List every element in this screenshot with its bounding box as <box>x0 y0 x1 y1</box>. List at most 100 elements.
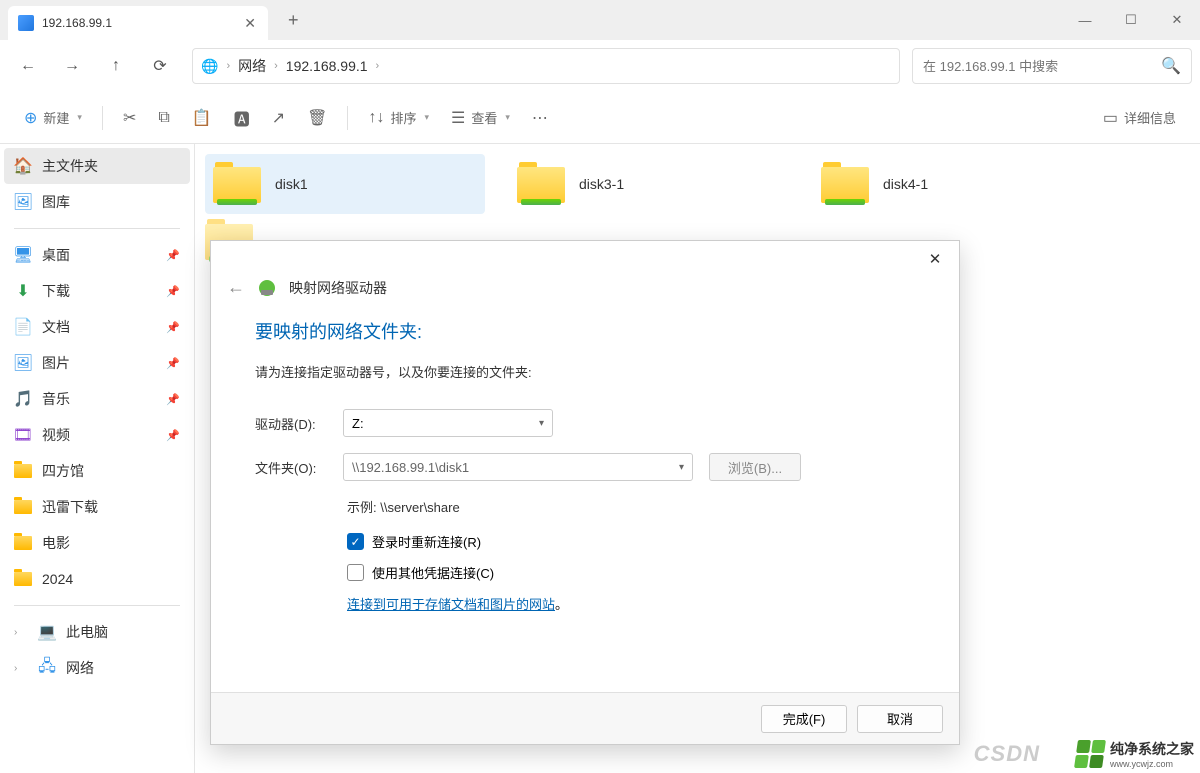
address-segment-network[interactable]: 网络 <box>238 56 266 76</box>
folder-combobox[interactable]: \\192.168.99.1\disk1 ▾ <box>343 453 693 481</box>
chevron-down-icon: ▾ <box>77 112 82 123</box>
other-creds-checkbox[interactable] <box>347 564 364 581</box>
drive-value: Z: <box>352 416 364 431</box>
new-tab-button[interactable]: + <box>280 6 307 35</box>
reconnect-checkbox-row[interactable]: ✓ 登录时重新连接(R) <box>347 532 915 551</box>
drive-select[interactable]: Z: ▾ <box>343 409 553 437</box>
browse-button[interactable]: 浏览(B)... <box>709 453 801 481</box>
chevron-down-icon: ▾ <box>679 462 684 473</box>
sidebar-item-this-pc[interactable]: › 💻 此电脑 <box>4 614 190 650</box>
dialog-back-button[interactable]: ← <box>227 277 245 298</box>
pc-icon: 💻 <box>38 623 56 641</box>
details-pane-button[interactable]: ▭ 详细信息 <box>1095 101 1184 135</box>
refresh-button[interactable]: ⟳ <box>140 48 180 84</box>
back-button[interactable]: ← <box>8 48 48 84</box>
pin-icon: 📌 <box>166 249 180 262</box>
search-input[interactable] <box>923 59 1153 74</box>
address-segment-host[interactable]: 192.168.99.1 <box>286 58 368 74</box>
sidebar-item-home[interactable]: 🏠 主文件夹 <box>4 148 190 184</box>
cut-button[interactable]: ✂ <box>115 101 144 135</box>
music-icon: 🎵 <box>14 390 32 408</box>
trash-icon: 🗑 <box>307 108 327 128</box>
other-creds-checkbox-row[interactable]: 使用其他凭据连接(C) <box>347 563 915 582</box>
sidebar-item-2024[interactable]: 2024 <box>4 561 190 597</box>
brand-logo-icon <box>1074 740 1106 768</box>
sidebar-label: 图片 <box>42 353 70 373</box>
drive-label: 驱动器(D): <box>255 414 327 433</box>
pin-icon: 📌 <box>166 393 180 406</box>
folder-icon <box>14 462 32 480</box>
chevron-down-icon: ▾ <box>505 112 510 123</box>
tab-title: 192.168.99.1 <box>42 16 236 30</box>
sidebar-label: 主文件夹 <box>42 156 98 176</box>
sidebar-label: 文档 <box>42 317 70 337</box>
share-button[interactable]: ↗ <box>264 101 293 135</box>
search-box[interactable]: 🔍 <box>912 48 1192 84</box>
chevron-right-icon[interactable]: › <box>14 627 24 638</box>
connect-website-link[interactable]: 连接到可用于存储文档和图片的网站 <box>347 594 555 613</box>
folder-label: 文件夹(O): <box>255 458 327 477</box>
minimize-button[interactable]: — <box>1062 0 1108 40</box>
share-folder-icon <box>517 165 565 203</box>
sidebar-item-movies[interactable]: 电影 <box>4 525 190 561</box>
tab-close-icon[interactable]: ✕ <box>244 15 256 32</box>
sidebar-item-gallery[interactable]: 🖼 图库 <box>4 184 190 220</box>
chevron-right-icon[interactable]: › <box>14 663 24 674</box>
sidebar-item-xunlei[interactable]: 迅雷下载 <box>4 489 190 525</box>
brand-name: 纯净系统之家 <box>1110 739 1194 759</box>
search-icon[interactable]: 🔍 <box>1161 56 1181 76</box>
maximize-button[interactable]: ☐ <box>1108 0 1154 40</box>
link-suffix: 。 <box>555 597 568 612</box>
dialog-heading: 要映射的网络文件夹: <box>255 318 915 344</box>
folder-item-disk1[interactable]: disk1 <box>205 154 485 214</box>
copy-icon: ⧉ <box>158 109 169 127</box>
dialog-close-button[interactable]: ✕ <box>919 245 951 273</box>
active-tab[interactable]: 192.168.99.1 ✕ <box>8 6 268 40</box>
folder-item-disk4-1[interactable]: disk4-1 <box>813 154 1093 214</box>
close-window-button[interactable]: ✕ <box>1154 0 1200 40</box>
folder-item-disk3-1[interactable]: disk3-1 <box>509 154 789 214</box>
sidebar-item-desktop[interactable]: 🖥 桌面 📌 <box>4 237 190 273</box>
sidebar-item-videos[interactable]: 🎞 视频 📌 <box>4 417 190 453</box>
copy-button[interactable]: ⧉ <box>150 101 177 135</box>
forward-button[interactable]: → <box>52 48 92 84</box>
up-button[interactable]: ↑ <box>96 48 136 84</box>
csdn-watermark: CSDN <box>974 741 1040 767</box>
cancel-button[interactable]: 取消 <box>857 705 943 733</box>
sort-label: 排序 <box>390 108 416 127</box>
sidebar-item-pictures[interactable]: 🖼 图片 📌 <box>4 345 190 381</box>
sidebar-label: 图库 <box>42 192 70 212</box>
rename-button[interactable]: 🅰 <box>226 101 258 135</box>
network-globe-icon: 🌐 <box>201 58 218 75</box>
dialog-subtitle: 请为连接指定驱动器号，以及你要连接的文件夹: <box>255 362 915 381</box>
sidebar-label: 桌面 <box>42 245 70 265</box>
sidebar-item-sifangguan[interactable]: 四方馆 <box>4 453 190 489</box>
reconnect-label: 登录时重新连接(R) <box>372 532 481 551</box>
view-button[interactable]: ☰ 查看 ▾ <box>443 101 518 135</box>
sidebar-item-documents[interactable]: 📄 文档 📌 <box>4 309 190 345</box>
reconnect-checkbox[interactable]: ✓ <box>347 533 364 550</box>
dialog-titlebar: ✕ <box>211 241 959 277</box>
share-folder-icon <box>213 165 261 203</box>
finish-button[interactable]: 完成(F) <box>761 705 847 733</box>
desktop-icon: 🖥 <box>14 246 32 264</box>
home-icon: 🏠 <box>14 157 32 175</box>
folder-list: disk1 disk3-1 disk4-1 <box>205 154 1190 214</box>
sidebar-item-music[interactable]: 🎵 音乐 📌 <box>4 381 190 417</box>
paste-button[interactable]: 📋 <box>184 101 220 135</box>
sidebar-item-downloads[interactable]: ⬇ 下载 📌 <box>4 273 190 309</box>
dialog-body: 要映射的网络文件夹: 请为连接指定驱动器号，以及你要连接的文件夹: 驱动器(D)… <box>211 310 959 692</box>
separator <box>347 106 348 130</box>
navigation-bar: ← → ↑ ⟳ 🌐 › 网络 › 192.168.99.1 › 🔍 <box>0 40 1200 92</box>
sidebar-item-network[interactable]: › 🖧 网络 <box>4 650 190 686</box>
picture-icon: 🖼 <box>14 354 32 372</box>
new-button[interactable]: ⊕ 新建 ▾ <box>16 101 90 135</box>
more-button[interactable]: ⋯ <box>524 101 556 135</box>
folder-icon <box>14 498 32 516</box>
separator <box>102 106 103 130</box>
network-icon: 🖧 <box>38 659 56 677</box>
address-bar[interactable]: 🌐 › 网络 › 192.168.99.1 › <box>192 48 900 84</box>
delete-button[interactable]: 🗑 <box>299 101 335 135</box>
cut-icon: ✂ <box>123 108 136 128</box>
sort-button[interactable]: ↑↓ 排序 ▾ <box>360 101 437 135</box>
